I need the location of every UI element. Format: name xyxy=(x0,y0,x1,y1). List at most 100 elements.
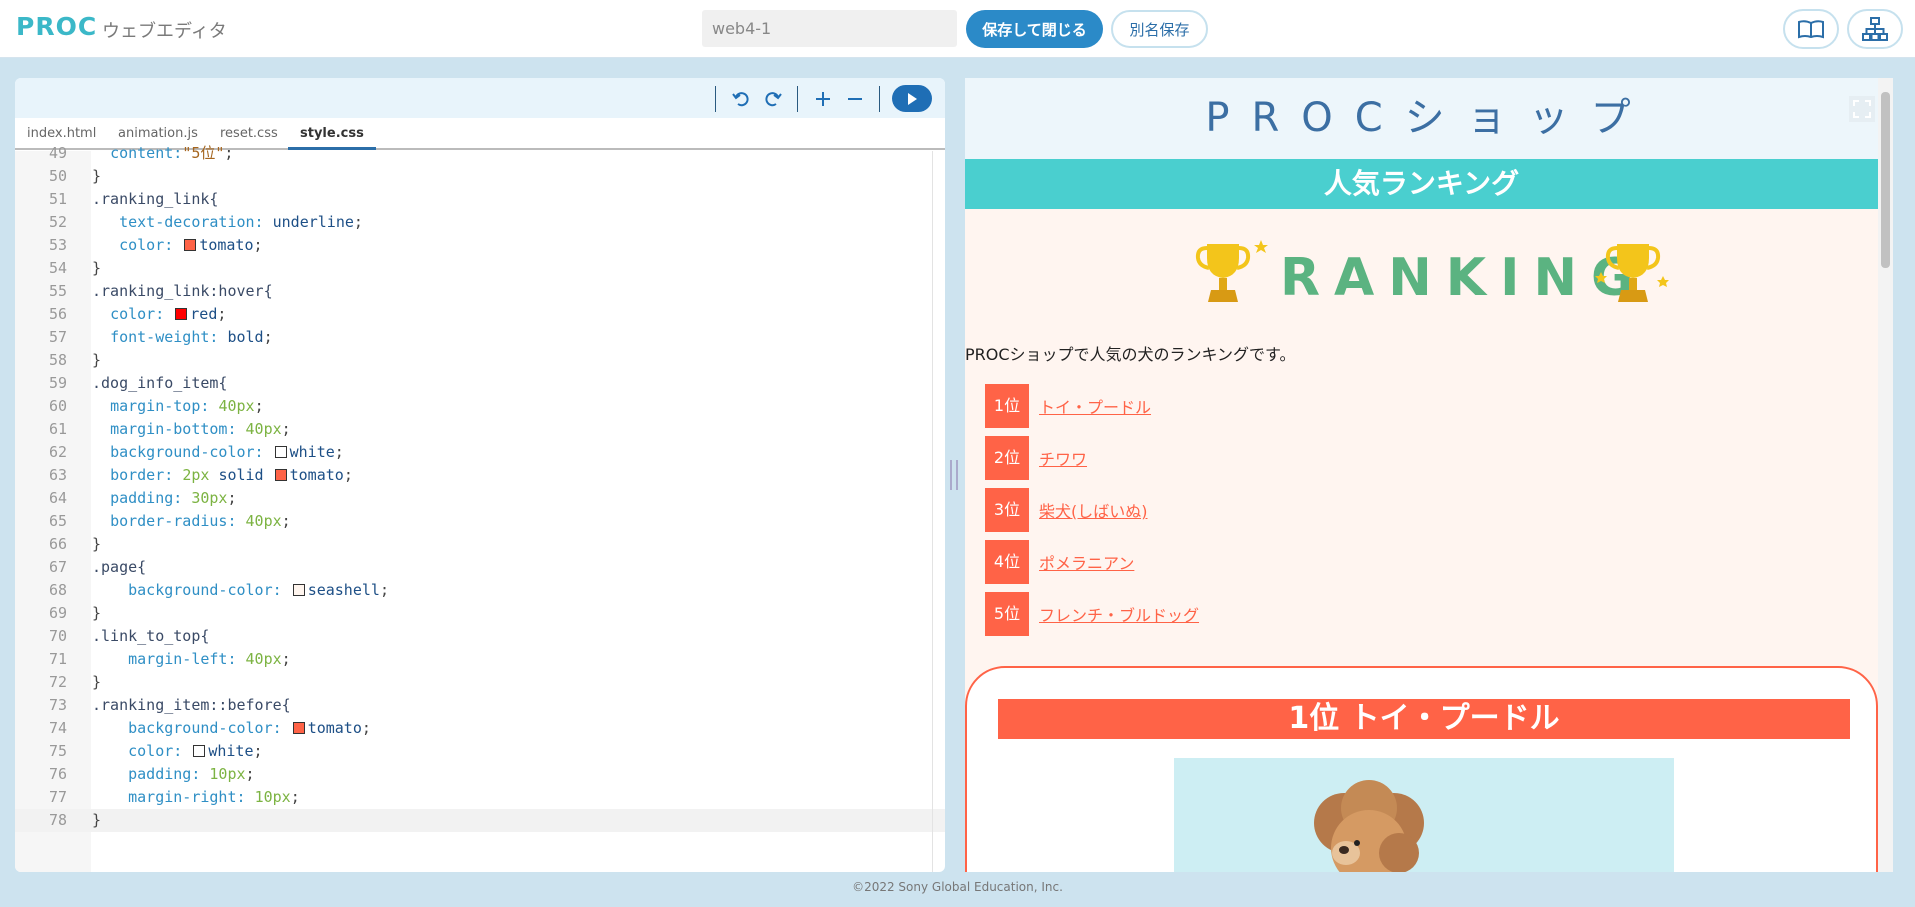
code-text: background-color: tomato; xyxy=(128,719,371,737)
redo-button[interactable] xyxy=(760,86,786,112)
line-number: 53 xyxy=(48,236,67,254)
run-button[interactable] xyxy=(892,85,932,112)
save-and-close-button[interactable]: 保存して閉じる xyxy=(966,10,1103,48)
toolbar-divider xyxy=(797,86,798,112)
code-line[interactable]: 76 padding: 10px; xyxy=(15,763,945,786)
fullscreen-button[interactable] xyxy=(1849,96,1875,122)
code-text: } xyxy=(92,167,102,185)
code-text: padding: 10px; xyxy=(128,765,255,783)
code-text: margin-bottom: 40px; xyxy=(110,420,291,438)
undo-icon xyxy=(732,92,749,107)
line-number: 66 xyxy=(48,535,67,553)
code-text: color: red; xyxy=(110,305,227,323)
code-line[interactable]: 67 .page{ xyxy=(15,556,945,579)
fullscreen-icon xyxy=(1853,100,1871,118)
line-number: 58 xyxy=(48,351,67,369)
code-line[interactable]: 58} xyxy=(15,349,945,372)
code-text: font-weight: bold; xyxy=(110,328,273,346)
save-as-button[interactable]: 別名保存 xyxy=(1111,10,1208,48)
intro-text: PROCショップで人気の犬のランキングです。 xyxy=(965,345,1296,364)
code-line[interactable]: 51 .ranking_link{ xyxy=(15,188,945,211)
code-line[interactable]: 65 border-radius: 40px; xyxy=(15,510,945,533)
scrollbar-thumb[interactable] xyxy=(1881,92,1890,268)
zoom-out-button[interactable] xyxy=(842,86,868,112)
line-number: 73 xyxy=(48,696,67,714)
code-text: } xyxy=(92,604,102,622)
line-number: 78 xyxy=(48,811,67,829)
code-line[interactable]: 52 text-decoration: underline; xyxy=(15,211,945,234)
poodle-illustration xyxy=(1314,780,1424,872)
code-line[interactable]: 75 color: white; xyxy=(15,740,945,763)
code-text: padding: 30px; xyxy=(110,489,237,507)
code-line[interactable]: 66} xyxy=(15,533,945,556)
line-number: 72 xyxy=(48,673,67,691)
zoom-in-button[interactable] xyxy=(810,86,836,112)
sitemap-icon xyxy=(1862,17,1888,41)
code-line[interactable]: 70 .link_to_top{ xyxy=(15,625,945,648)
ranking-header: RANKING xyxy=(965,228,1878,318)
code-line[interactable]: 53 color: tomato; xyxy=(15,234,945,257)
sitemap-button[interactable] xyxy=(1847,9,1903,49)
code-line[interactable]: 68 background-color: seashell; xyxy=(15,579,945,602)
shop-title: PROCショップ xyxy=(965,78,1893,159)
line-number: 67 xyxy=(48,558,67,576)
code-text: margin-left: 40px; xyxy=(128,650,291,668)
line-number: 60 xyxy=(48,397,67,415)
code-line[interactable]: 57 font-weight: bold; xyxy=(15,326,945,349)
play-icon xyxy=(908,92,917,105)
list-item: 3位 柴犬(しばいぬ) xyxy=(985,484,1199,536)
code-line[interactable]: 49 content:"5位"; xyxy=(15,142,945,165)
undo-button[interactable] xyxy=(728,86,754,112)
code-line[interactable]: 78} xyxy=(15,809,945,832)
rank-badge: 1位 xyxy=(985,384,1029,428)
line-number: 55 xyxy=(48,282,67,300)
code-line[interactable]: 55 .ranking_link:hover{ xyxy=(15,280,945,303)
copyright: ©2022 Sony Global Education, Inc. xyxy=(852,880,1063,894)
rank-badge: 4位 xyxy=(985,540,1029,584)
code-line[interactable]: 74 background-color: tomato; xyxy=(15,717,945,740)
ranking-link[interactable]: チワワ xyxy=(1039,446,1087,470)
proc-logo: PROC xyxy=(16,12,98,41)
code-line[interactable]: 59 .dog_info_item{ xyxy=(15,372,945,395)
ranking-link[interactable]: トイ・プードル xyxy=(1039,394,1151,418)
code-line[interactable]: 69} xyxy=(15,602,945,625)
code-line[interactable]: 63 border: 2px solid tomato; xyxy=(15,464,945,487)
toolbar-divider xyxy=(715,86,716,112)
panel-splitter-handle[interactable] xyxy=(950,460,958,490)
code-line[interactable]: 73 .ranking_item::before{ xyxy=(15,694,945,717)
line-number: 51 xyxy=(48,190,67,208)
code-line[interactable]: 72} xyxy=(15,671,945,694)
popular-ranking-band: 人気ランキング xyxy=(965,159,1878,209)
rank-badge: 5位 xyxy=(985,592,1029,636)
line-number: 69 xyxy=(48,604,67,622)
project-name-input[interactable] xyxy=(702,10,957,47)
code-line[interactable]: 61 margin-bottom: 40px; xyxy=(15,418,945,441)
toolbar-divider xyxy=(879,86,880,112)
preview-scrollbar[interactable] xyxy=(1878,78,1893,872)
code-line[interactable]: 56 color: red; xyxy=(15,303,945,326)
code-line[interactable]: 60 margin-top: 40px; xyxy=(15,395,945,418)
ranking-link[interactable]: フレンチ・ブルドッグ xyxy=(1039,602,1199,626)
ranking-link[interactable]: 柴犬(しばいぬ) xyxy=(1039,498,1148,522)
line-number: 75 xyxy=(48,742,67,760)
code-text: color: tomato; xyxy=(119,236,263,254)
line-number: 56 xyxy=(48,305,67,323)
code-text: .ranking_link:hover{ xyxy=(92,282,273,300)
code-line[interactable]: 77 margin-right: 10px; xyxy=(15,786,945,809)
list-item: 5位 フレンチ・ブルドッグ xyxy=(985,588,1199,640)
ranking-link[interactable]: ポメラニアン xyxy=(1039,550,1134,574)
code-text: } xyxy=(92,673,102,691)
code-line[interactable]: 54} xyxy=(15,257,945,280)
line-number: 64 xyxy=(48,489,67,507)
line-number: 70 xyxy=(48,627,67,645)
code-editor-panel: index.html animation.js reset.css style.… xyxy=(15,78,945,872)
code-line[interactable]: 62 background-color: white; xyxy=(15,441,945,464)
list-item: 1位 トイ・プードル xyxy=(985,380,1199,432)
line-number: 62 xyxy=(48,443,67,461)
code-line[interactable]: 50} xyxy=(15,165,945,188)
code-area[interactable]: 49 content:"5位"; 50} 51 .ranking_link{52 te… xyxy=(15,144,945,872)
book-button[interactable] xyxy=(1783,9,1839,49)
code-line[interactable]: 71 margin-left: 40px; xyxy=(15,648,945,671)
code-text: } xyxy=(92,259,102,277)
code-line[interactable]: 64 padding: 30px; xyxy=(15,487,945,510)
